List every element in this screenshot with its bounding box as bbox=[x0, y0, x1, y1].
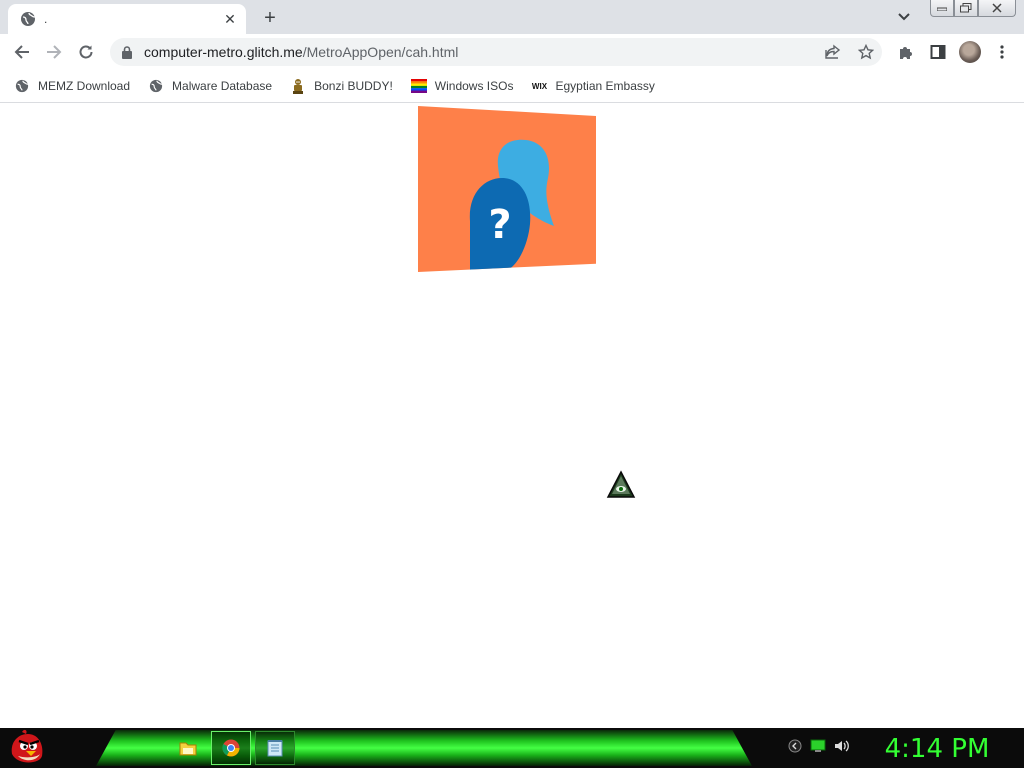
bookmark-label: Malware Database bbox=[172, 79, 273, 93]
tab-title: . bbox=[44, 12, 48, 26]
url-host: computer-metro.glitch.me bbox=[144, 44, 303, 60]
wix-icon: WIX bbox=[531, 81, 548, 91]
question-mark-glyph: ? bbox=[488, 202, 511, 248]
bookmark-label: MEMZ Download bbox=[38, 79, 131, 93]
notepad-icon bbox=[267, 740, 283, 757]
bookmark-star-icon[interactable] bbox=[856, 42, 876, 62]
globe-icon bbox=[148, 78, 164, 94]
chrome-icon bbox=[222, 739, 240, 757]
back-arrow-icon[interactable] bbox=[10, 40, 34, 64]
address-bar[interactable]: computer-metro.glitch.me/MetroAppOpen/ca… bbox=[110, 38, 882, 66]
url-path: /MetroAppOpen/cah.html bbox=[302, 44, 459, 60]
restore-button[interactable] bbox=[954, 0, 978, 17]
globe-icon bbox=[14, 78, 30, 94]
taskbar-notepad-button[interactable] bbox=[255, 731, 295, 765]
profile-avatar[interactable] bbox=[959, 41, 981, 63]
tab-search-chevron-icon[interactable] bbox=[892, 7, 916, 27]
window-controls bbox=[930, 0, 1016, 18]
lock-icon[interactable] bbox=[120, 45, 134, 59]
angry-bird-start-button-icon[interactable] bbox=[6, 728, 46, 768]
url-text: computer-metro.glitch.me/MetroAppOpen/ca… bbox=[144, 44, 458, 60]
side-panel-icon[interactable] bbox=[928, 42, 948, 62]
forward-arrow-icon[interactable] bbox=[42, 40, 66, 64]
share-icon[interactable] bbox=[823, 42, 843, 62]
bookmark-label: Windows ISOs bbox=[434, 79, 514, 93]
tab-strip: . ✕ + bbox=[0, 0, 1024, 34]
taskbar-chrome-button[interactable] bbox=[211, 731, 251, 765]
windows-flag-icon bbox=[410, 78, 427, 94]
bookmark-memz-download[interactable]: MEMZ Download bbox=[14, 78, 130, 94]
show-hidden-icons-icon[interactable] bbox=[788, 739, 802, 758]
bookmark-label: Bonzi BUDDY! bbox=[314, 79, 393, 93]
bookmark-label: Egyptian Embassy bbox=[555, 79, 655, 93]
web-page-content: ? bbox=[0, 103, 1024, 728]
globe-icon bbox=[20, 11, 36, 27]
volume-icon[interactable] bbox=[834, 739, 850, 758]
minimize-button[interactable] bbox=[930, 0, 954, 17]
illuminati-cursor-icon bbox=[606, 470, 636, 498]
bookmark-egyptian-embassy[interactable]: WIX Egyptian Embassy bbox=[531, 78, 655, 94]
network-icon[interactable] bbox=[810, 739, 826, 758]
bonzi-icon bbox=[290, 78, 306, 94]
reload-icon[interactable] bbox=[74, 40, 98, 64]
bookmark-malware-database[interactable]: Malware Database bbox=[148, 78, 272, 94]
new-tab-button[interactable]: + bbox=[258, 6, 282, 30]
bookmark-bonzi-buddy[interactable]: Bonzi BUDDY! bbox=[290, 78, 393, 94]
bookmark-windows-isos[interactable]: Windows ISOs bbox=[410, 78, 514, 94]
kebab-menu-icon[interactable] bbox=[992, 42, 1012, 62]
extensions-puzzle-icon[interactable] bbox=[896, 42, 916, 62]
system-tray bbox=[788, 738, 850, 758]
browser-tab-active[interactable]: . ✕ bbox=[8, 4, 246, 34]
folder-icon bbox=[179, 742, 197, 756]
taskbar-clock[interactable]: 4:14 PM bbox=[872, 732, 1002, 766]
cah-app-tile[interactable]: ? bbox=[418, 106, 596, 272]
close-window-button[interactable] bbox=[978, 0, 1016, 17]
bookmarks-bar: MEMZ Download Malware Database Bonzi BUD… bbox=[0, 70, 1024, 103]
taskbar: 4:14 PM bbox=[0, 728, 1024, 768]
tab-close-icon[interactable]: ✕ bbox=[220, 9, 240, 29]
browser-toolbar: computer-metro.glitch.me/MetroAppOpen/ca… bbox=[0, 34, 1024, 70]
taskbar-folder-button[interactable] bbox=[168, 731, 208, 765]
question-chat-bubbles-icon: ? bbox=[469, 139, 554, 272]
